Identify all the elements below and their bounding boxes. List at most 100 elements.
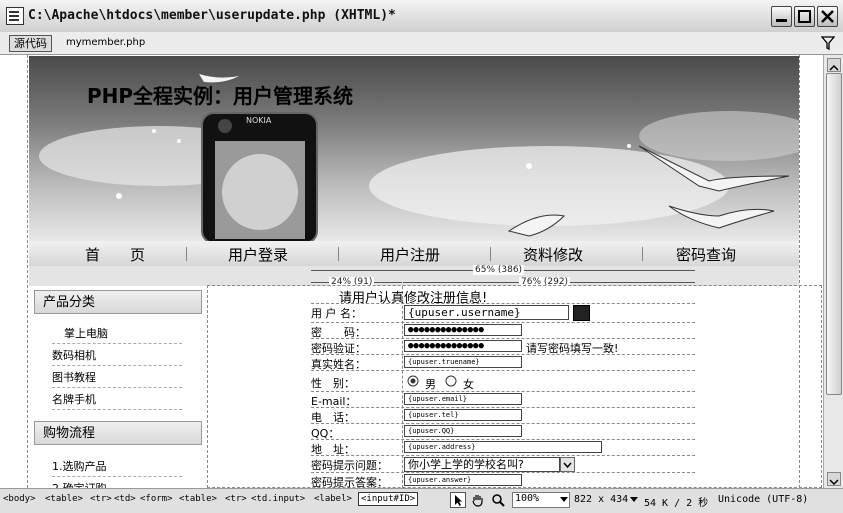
label-username: 用 户 名： [311, 307, 362, 320]
scroll-up-button[interactable] [827, 58, 841, 72]
chevron-down-icon[interactable] [630, 497, 638, 503]
form-row-address: 地 址： {upuser.address} [311, 440, 695, 456]
tag-td[interactable]: <td> [114, 494, 136, 504]
header-banner: PHP全程实例：用户管理系统 NOKIA [29, 56, 799, 241]
phone-brand-label: NOKIA [246, 116, 272, 125]
form-row-tel: 电 话： {upuser.tel} [311, 408, 695, 424]
sidebar-item-books[interactable]: 图书教程 [52, 367, 182, 388]
sidebar-item-phones[interactable]: 名牌手机 [52, 389, 182, 410]
chevron-down-icon [829, 479, 839, 486]
form-row-question: 密码提示问题： 你小学上学的学校名叫? [311, 456, 695, 473]
tag-table-inner[interactable]: <table> [179, 494, 217, 504]
form-row-truename: 真实姓名： {upuser.truename} [311, 355, 695, 371]
tel-input[interactable]: {upuser.tel} [404, 409, 522, 421]
related-file-link[interactable]: mymember.php [66, 37, 145, 48]
minimize-icon [776, 19, 787, 22]
nav-divider [490, 247, 491, 261]
label-address: 地 址： [311, 443, 355, 456]
form-heading-row: 请用户认真修改注册信息! [311, 286, 695, 306]
update-form: 请用户认真修改注册信息! 用 户 名： {upuser.username} 密 … [311, 286, 695, 488]
radio-female[interactable] [445, 375, 457, 387]
pointer-tool-icon[interactable] [450, 492, 466, 508]
tag-label[interactable]: <label> [314, 494, 352, 504]
sidebar-section-title-shopping: 购物流程 [34, 421, 202, 445]
nav-divider [186, 247, 187, 261]
tag-body[interactable]: <body> [3, 494, 36, 504]
nav-item-home[interactable]: 首 页 [85, 244, 145, 265]
label-gender: 性 别： [311, 377, 355, 390]
tag-tr-inner[interactable]: <tr> [225, 494, 247, 504]
php-tag-icon[interactable] [573, 305, 590, 321]
nav-item-edit-profile[interactable]: 资料修改 [523, 244, 583, 265]
document-icon [6, 7, 24, 25]
sidebar-item-step2[interactable]: 2.确定订购 [52, 478, 182, 488]
label-qq: QQ： [311, 427, 340, 440]
username-input[interactable]: {upuser.username} [404, 305, 569, 320]
email-input[interactable]: {upuser.email} [404, 393, 522, 405]
window-size-readout[interactable]: 822 x 434 [574, 494, 628, 505]
form-row-answer: 密码提示答案： {upuser.answer} [311, 473, 695, 488]
encoding-readout: Unicode (UTF-8) [718, 494, 809, 505]
label-truename: 真实姓名： [311, 358, 366, 371]
site-title: PHP全程实例：用户管理系统 [87, 84, 354, 108]
form-row-password-confirm: 密码验证： ●●●●●●●●●●●●●● 请写密码填写一致! [311, 339, 695, 355]
chevron-down-icon[interactable] [560, 457, 575, 472]
radio-male[interactable] [407, 375, 419, 387]
file-size-readout: 54 K / 2 秒 [644, 498, 709, 509]
filter-icon[interactable] [821, 36, 835, 50]
sidebar-item-step1[interactable]: 1.选购产品 [52, 456, 182, 477]
scroll-down-button[interactable] [827, 472, 841, 486]
label-question: 密码提示问题： [311, 459, 388, 472]
radio-female-label: 女 [463, 378, 474, 391]
close-button[interactable] [817, 6, 838, 27]
form-row-password: 密 码： ●●●●●●●●●●●●●● [311, 323, 695, 339]
maximize-icon [798, 10, 811, 23]
scroll-thumb[interactable] [826, 73, 842, 395]
vertical-scrollbar[interactable] [823, 55, 843, 488]
nav-item-register[interactable]: 用户注册 [380, 244, 440, 265]
design-view[interactable]: PHP全程实例：用户管理系统 NOKIA 首 页 用户登录 用户注册 资料修改 … [0, 55, 823, 488]
radio-male-label: 男 [425, 378, 436, 391]
sidebar-section-title-products: 产品分类 [34, 290, 202, 314]
chevron-down-icon[interactable] [560, 497, 568, 503]
table-width-bar: 65% (386) 24% (91) 76% (292) [29, 265, 799, 287]
maximize-button[interactable] [794, 6, 815, 27]
nav-divider [338, 247, 339, 261]
source-code-tab[interactable]: 源代码 [9, 35, 52, 52]
nav-divider [642, 247, 643, 261]
document-toolbar: 源代码 mymember.php [0, 32, 843, 55]
status-bar: <body> <table> <tr> <td> <form> <table> … [0, 488, 843, 513]
table-width-label[interactable]: 65% (386) [473, 265, 525, 275]
password-input[interactable]: ●●●●●●●●●●●●●● [404, 324, 522, 336]
form-row-qq: QQ： {upuser.QQ} [311, 424, 695, 440]
sidebar: 产品分类 掌上电脑 数码相机 图书教程 名牌手机 购物流程 1.选购产品 2.确… [34, 288, 204, 488]
nav-item-login[interactable]: 用户登录 [228, 244, 288, 265]
tag-td-input[interactable]: <td.input> [251, 494, 305, 504]
form-row-username: 用 户 名： {upuser.username} [311, 304, 695, 323]
answer-input[interactable]: {upuser.answer} [404, 474, 522, 486]
tag-form[interactable]: <form> [140, 494, 173, 504]
label-email: E-mail： [311, 395, 357, 408]
minimize-button[interactable] [771, 6, 792, 27]
address-input[interactable]: {upuser.address} [404, 441, 602, 453]
close-icon [821, 10, 834, 23]
label-password: 密 码： [311, 326, 366, 339]
tag-table[interactable]: <table> [45, 494, 83, 504]
tag-tr[interactable]: <tr> [90, 494, 112, 504]
zoom-tool-icon[interactable] [490, 492, 506, 508]
qq-input[interactable]: {upuser.QQ} [404, 425, 522, 437]
truename-input[interactable]: {upuser.truename} [404, 356, 522, 368]
hand-tool-icon[interactable] [470, 492, 486, 508]
window-title: C:\Apache\htdocs\member\userupdate.php (… [28, 8, 396, 23]
label-answer: 密码提示答案： [311, 476, 388, 488]
form-row-email: E-mail： {upuser.email} [311, 392, 695, 408]
sidebar-item-camera[interactable]: 数码相机 [52, 345, 182, 366]
label-tel: 电 话： [311, 411, 355, 424]
tag-input-selected[interactable]: <input#ID> [358, 492, 419, 506]
question-select[interactable]: 你小学上学的学校名叫? [404, 457, 560, 472]
password-confirm-input[interactable]: ●●●●●●●●●●●●●● [404, 340, 522, 352]
nav-item-password-lookup[interactable]: 密码查询 [676, 244, 736, 265]
password-confirm-hint: 请写密码填写一致! [526, 342, 619, 355]
window-titlebar: C:\Apache\htdocs\member\userupdate.php (… [0, 0, 843, 33]
sidebar-item-pda[interactable]: 掌上电脑 [52, 323, 182, 344]
